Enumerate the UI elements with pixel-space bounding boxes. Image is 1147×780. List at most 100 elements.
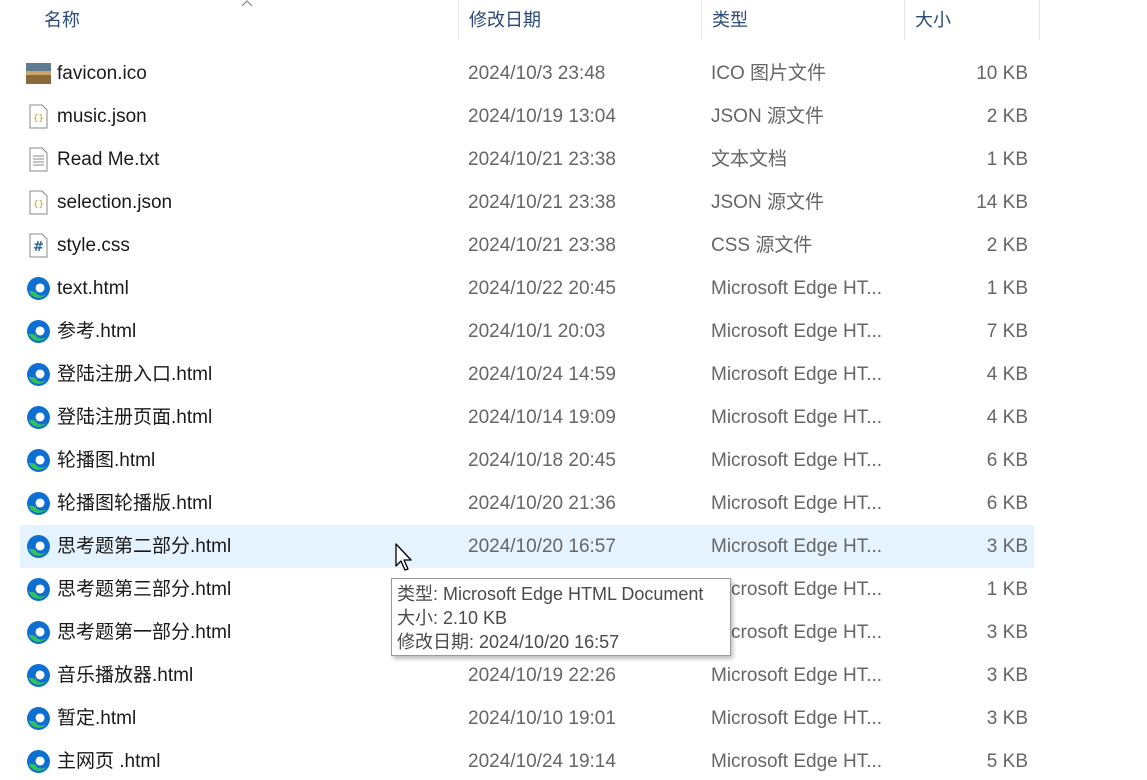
file-date: 2024/10/22 20:45 [468,278,616,299]
column-header-date[interactable]: 修改日期 [459,0,701,40]
column-header-type[interactable]: 类型 [702,0,904,40]
file-size: 6 KB [986,493,1028,514]
column-header-name[interactable]: 名称 [34,0,458,40]
edge-icon [27,320,50,343]
file-name: 暂定.html [57,708,137,729]
file-date: 2024/10/3 23:48 [468,63,606,84]
file-size: 10 KB [976,63,1028,84]
tooltip-size: 大小: 2.10 KB [397,608,508,628]
file-type: 文本文档 [711,149,788,170]
list-item-hovered[interactable]: 思考题第二部分.html 2024/10/20 16:57 Microsoft … [20,525,1034,568]
file-date: 2024/10/18 20:45 [468,450,616,471]
file-type: Microsoft Edge HT... [711,407,883,428]
list-item[interactable]: 参考.html 2024/10/1 20:03 Microsoft Edge H… [20,310,1034,353]
edge-icon [27,578,50,601]
file-date: 2024/10/20 21:36 [468,493,616,514]
list-item[interactable]: text.html 2024/10/22 20:45 Microsoft Edg… [20,267,1034,310]
file-type: Microsoft Edge HT... [711,536,883,557]
column-divider[interactable] [1039,0,1040,40]
file-type: Microsoft Edge HT... [711,493,883,514]
file-size: 3 KB [986,622,1028,643]
list-item[interactable]: favicon.ico 2024/10/3 23:48 ICO 图片文件 10 … [20,52,1034,95]
file-name: favicon.ico [57,63,147,84]
file-type: CSS 源文件 [711,235,813,256]
list-item[interactable]: {} music.json 2024/10/19 13:04 JSON 源文件 … [20,95,1034,138]
list-item[interactable]: 轮播图.html 2024/10/18 20:45 Microsoft Edge… [20,439,1034,482]
file-size: 1 KB [986,579,1028,600]
edge-icon [27,664,50,687]
file-type: Microsoft Edge HT... [711,450,883,471]
file-date: 2024/10/24 14:59 [468,364,616,385]
edge-icon [27,621,50,644]
json-file-icon: {} [29,104,48,129]
svg-text:{}: {} [33,114,44,124]
list-item[interactable]: # style.css 2024/10/21 23:38 CSS 源文件 2 K… [20,224,1034,267]
file-date: 2024/10/24 19:14 [468,751,616,772]
edge-icon [27,449,50,472]
file-list: favicon.ico 2024/10/3 23:48 ICO 图片文件 10 … [20,52,1034,780]
file-name: style.css [57,235,130,256]
svg-text:{}: {} [33,200,44,210]
file-size: 3 KB [986,665,1028,686]
file-size: 7 KB [986,321,1028,342]
file-size: 4 KB [986,407,1028,428]
list-item[interactable]: 登陆注册页面.html 2024/10/14 19:09 Microsoft E… [20,396,1034,439]
file-type: Microsoft Edge HT... [711,579,883,600]
file-size: 1 KB [986,149,1028,170]
file-name: 参考.html [57,321,137,342]
edge-icon [27,535,50,558]
file-date: 2024/10/21 23:38 [468,149,616,170]
file-date: 2024/10/19 13:04 [468,106,616,127]
edge-icon [27,277,50,300]
tooltip-date: 修改日期: 2024/10/20 16:57 [397,632,620,652]
list-item[interactable]: 音乐播放器.html 2024/10/19 22:26 Microsoft Ed… [20,654,1034,697]
text-file-icon [29,147,48,172]
file-type: Microsoft Edge HT... [711,364,883,385]
list-item[interactable]: {} selection.json 2024/10/21 23:38 JSON … [20,181,1034,224]
file-date: 2024/10/14 19:09 [468,407,616,428]
list-item[interactable]: 登陆注册入口.html 2024/10/24 14:59 Microsoft E… [20,353,1034,396]
mouse-cursor-icon [395,543,412,571]
file-size: 3 KB [986,708,1028,729]
file-name: 主网页 .html [57,751,161,772]
file-date: 2024/10/20 16:57 [468,536,616,557]
file-name: selection.json [57,192,173,213]
edge-icon [27,750,50,773]
file-name: Read Me.txt [57,149,160,170]
list-item[interactable]: 轮播图轮播版.html 2024/10/20 21:36 Microsoft E… [20,482,1034,525]
file-type: JSON 源文件 [711,106,824,127]
file-type: ICO 图片文件 [711,63,827,84]
list-item[interactable]: 主网页 .html 2024/10/24 19:14 Microsoft Edg… [20,740,1034,780]
list-item[interactable]: Read Me.txt 2024/10/21 23:38 文本文档 1 KB [20,138,1034,181]
svg-text:#: # [33,240,44,255]
edge-icon [27,492,50,515]
file-name: 轮播图.html [57,450,156,471]
file-size: 2 KB [986,235,1028,256]
image-icon [26,63,51,84]
file-size: 6 KB [986,450,1028,471]
file-info-tooltip: 类型: Microsoft Edge HTML Document 大小: 2.1… [391,578,731,656]
column-header: 名称 修改日期 类型 大小 [0,0,1040,40]
column-header-size[interactable]: 大小 [905,0,1039,40]
file-type: Microsoft Edge HT... [711,708,883,729]
file-date: 2024/10/19 22:26 [468,665,616,686]
file-name: music.json [57,106,147,127]
file-type: JSON 源文件 [711,192,824,213]
file-type: Microsoft Edge HT... [711,665,883,686]
file-date: 2024/10/1 20:03 [468,321,606,342]
file-type: Microsoft Edge HT... [711,622,883,643]
file-name: 登陆注册页面.html [57,407,213,428]
file-date: 2024/10/10 19:01 [468,708,616,729]
tooltip-type: 类型: Microsoft Edge HTML Document [397,584,704,604]
file-name: 音乐播放器.html [57,665,194,686]
edge-icon [27,363,50,386]
file-type: Microsoft Edge HT... [711,751,883,772]
file-size: 4 KB [986,364,1028,385]
json-file-icon: {} [29,190,48,215]
file-explorer: 名称 修改日期 类型 大小 favicon.ico 2024/10/3 23:4… [0,0,1147,780]
file-name: text.html [57,278,129,299]
file-size: 1 KB [986,278,1028,299]
file-name: 登陆注册入口.html [57,364,213,385]
list-item[interactable]: 暂定.html 2024/10/10 19:01 Microsoft Edge … [20,697,1034,740]
file-type: Microsoft Edge HT... [711,321,883,342]
